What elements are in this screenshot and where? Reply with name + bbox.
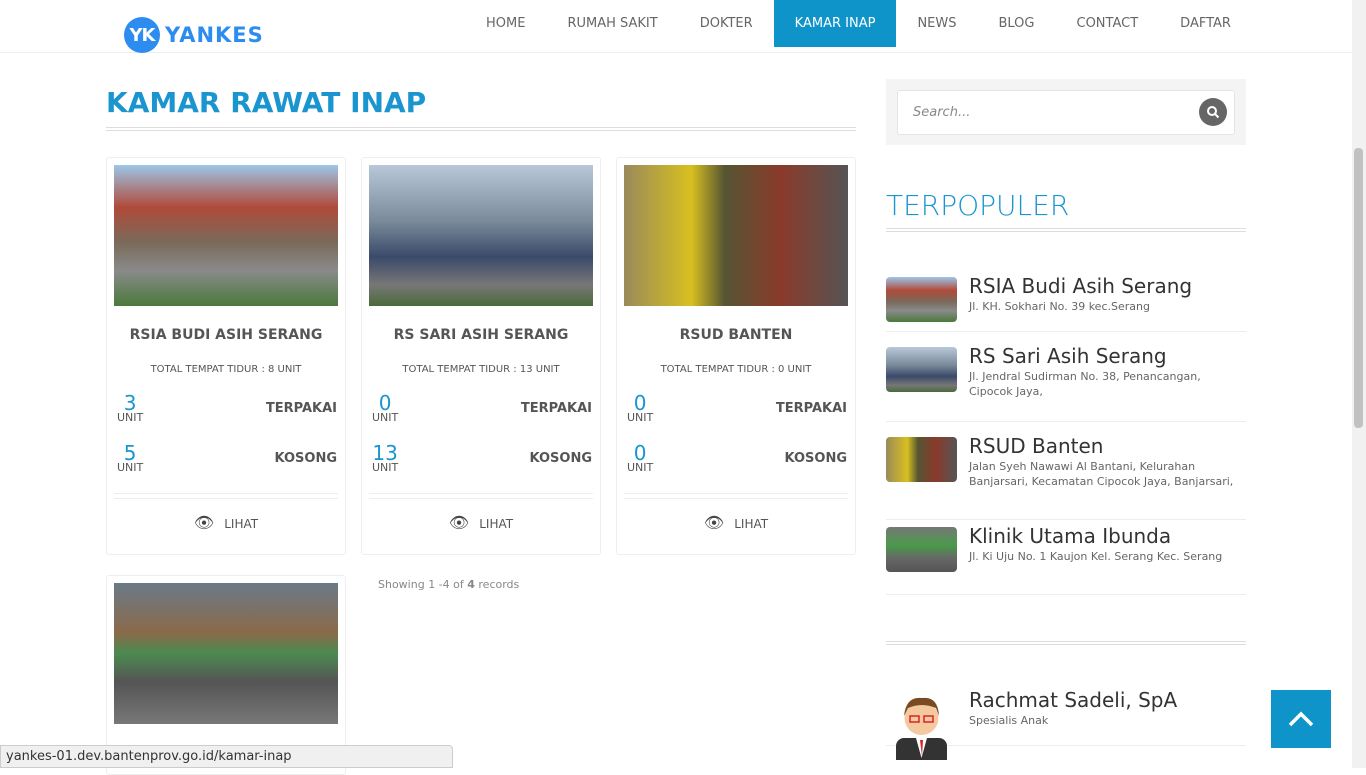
used-count: 3 bbox=[123, 390, 137, 415]
view-button[interactable]: 👁 LIHAT bbox=[362, 499, 600, 550]
used-row: 3 UNIT TERPAKAI bbox=[107, 383, 345, 433]
eye-icon: 👁 bbox=[193, 513, 215, 532]
doctor-avatar bbox=[896, 697, 947, 760]
unit-label: UNIT bbox=[372, 460, 399, 474]
logo-mark: YK bbox=[124, 17, 160, 53]
unit-label: UNIT bbox=[627, 410, 654, 424]
empty-row: 13 UNIT KOSONG bbox=[362, 433, 600, 483]
view-label: LIHAT bbox=[734, 517, 769, 531]
records-count: 4 bbox=[467, 578, 475, 591]
hospital-card: RSUD BANTEN TOTAL TEMPAT TIDUR : 0 UNIT … bbox=[616, 157, 856, 555]
popular-name[interactable]: RS Sari Asih Serang bbox=[969, 344, 1167, 368]
used-label: TERPAKAI bbox=[520, 400, 592, 416]
popular-thumbnail[interactable] bbox=[886, 437, 957, 482]
nav-dokter[interactable]: DOKTER bbox=[679, 0, 774, 47]
view-label: LIHAT bbox=[479, 517, 514, 531]
popular-address: Jalan Syeh Nawawi Al Bantani, Kelurahan … bbox=[969, 460, 1234, 488]
hospital-name: RS SARI ASIH SERANG bbox=[393, 327, 569, 343]
used-row: 0 UNIT TERPAKAI bbox=[617, 383, 855, 433]
hospital-image[interactable] bbox=[369, 165, 593, 306]
unit-label: UNIT bbox=[117, 410, 144, 424]
hospital-card: RS SARI ASIH SERANG TOTAL TEMPAT TIDUR :… bbox=[361, 157, 601, 555]
doctor-specialty: Spesialis Anak bbox=[969, 714, 1049, 727]
unit-label: UNIT bbox=[117, 460, 144, 474]
popular-thumbnail[interactable] bbox=[886, 347, 957, 392]
popular-address: Jl. KH. Sokhari No. 39 kec.Serang bbox=[969, 300, 1150, 313]
main-menu: HOME RUMAH SAKIT DOKTER KAMAR INAP NEWS … bbox=[465, 0, 1252, 47]
hospital-image[interactable] bbox=[114, 165, 338, 306]
search-input[interactable]: Search... bbox=[897, 90, 1235, 135]
logo-text: YANKES bbox=[165, 23, 264, 47]
divider bbox=[106, 127, 856, 131]
empty-count: 5 bbox=[123, 440, 137, 465]
empty-count: 13 bbox=[372, 440, 398, 465]
status-bar-url: yankes-01.dev.bantenprov.go.id/kamar-ina… bbox=[0, 745, 453, 768]
used-count: 0 bbox=[633, 390, 647, 415]
top-navbar: YK YANKES HOME RUMAH SAKIT DOKTER KAMAR … bbox=[0, 0, 1352, 53]
popular-title: TERPOPULER bbox=[886, 189, 1070, 222]
page-title: KAMAR RAWAT INAP bbox=[106, 86, 427, 119]
nav-blog[interactable]: BLOG bbox=[977, 0, 1055, 47]
empty-label: KOSONG bbox=[274, 450, 337, 466]
search-box: Search... bbox=[886, 79, 1246, 145]
used-row: 0 UNIT TERPAKAI bbox=[362, 383, 600, 433]
popular-thumbnail[interactable] bbox=[886, 527, 957, 572]
back-to-top-button[interactable] bbox=[1271, 690, 1331, 748]
popular-item[interactable]: RSUD Banten Jalan Syeh Nawawi Al Bantani… bbox=[886, 430, 1246, 520]
empty-row: 0 UNIT KOSONG bbox=[617, 433, 855, 483]
records-prefix: Showing 1 -4 of bbox=[378, 578, 468, 591]
popular-address: Jl. Ki Uju No. 1 Kaujon Kel. Serang Kec.… bbox=[969, 550, 1223, 563]
empty-row: 5 UNIT KOSONG bbox=[107, 433, 345, 483]
nav-contact[interactable]: CONTACT bbox=[1056, 0, 1160, 47]
hospital-image[interactable] bbox=[114, 583, 338, 724]
scrollbar-thumb[interactable] bbox=[1354, 148, 1363, 428]
popular-name[interactable]: Klinik Utama Ibunda bbox=[969, 524, 1171, 548]
doctor-name: Rachmat Sadeli, SpA bbox=[969, 688, 1178, 712]
popular-item[interactable]: RS Sari Asih Serang Jl. Jendral Sudirman… bbox=[886, 340, 1246, 422]
hospital-card: RSIA BUDI ASIH SERANG TOTAL TEMPAT TIDUR… bbox=[106, 157, 346, 555]
view-button[interactable]: 👁 LIHAT bbox=[107, 499, 345, 550]
total-beds: TOTAL TEMPAT TIDUR : 13 UNIT bbox=[402, 364, 560, 375]
divider bbox=[886, 641, 1246, 645]
view-button[interactable]: 👁 LIHAT bbox=[617, 499, 855, 550]
search-icon bbox=[1207, 106, 1220, 119]
popular-name[interactable]: RSIA Budi Asih Serang bbox=[969, 274, 1192, 298]
popular-item[interactable]: RSIA Budi Asih Serang Jl. KH. Sokhari No… bbox=[886, 270, 1246, 332]
logo[interactable]: YK YANKES bbox=[124, 17, 264, 53]
nav-daftar[interactable]: DAFTAR bbox=[1159, 0, 1252, 47]
nav-news[interactable]: NEWS bbox=[896, 0, 977, 47]
used-label: TERPAKAI bbox=[775, 400, 847, 416]
popular-thumbnail[interactable] bbox=[886, 277, 957, 322]
hospital-name: RSUD BANTEN bbox=[679, 327, 793, 343]
popular-address: Jl. Jendral Sudirman No. 38, Penancangan… bbox=[969, 370, 1201, 398]
scrollbar[interactable] bbox=[1352, 0, 1366, 768]
view-label: LIHAT bbox=[224, 517, 259, 531]
popular-name[interactable]: RSUD Banten bbox=[969, 434, 1103, 458]
unit-label: UNIT bbox=[627, 460, 654, 474]
doctor-item[interactable]: Rachmat Sadeli, SpA Spesialis Anak bbox=[886, 680, 1246, 760]
hospital-image[interactable] bbox=[624, 165, 848, 306]
nav-rumah-sakit[interactable]: RUMAH SAKIT bbox=[546, 0, 678, 47]
nav-home[interactable]: HOME bbox=[465, 0, 546, 47]
total-beds: TOTAL TEMPAT TIDUR : 0 UNIT bbox=[660, 364, 812, 375]
hospital-name: RSIA BUDI ASIH SERANG bbox=[129, 327, 323, 343]
empty-label: KOSONG bbox=[529, 450, 592, 466]
search-button[interactable] bbox=[1199, 98, 1227, 126]
empty-label: KOSONG bbox=[784, 450, 847, 466]
unit-label: UNIT bbox=[372, 410, 399, 424]
eye-icon: 👁 bbox=[448, 513, 470, 532]
empty-count: 0 bbox=[633, 440, 647, 465]
records-info: Showing 1 -4 of 4 records bbox=[378, 578, 519, 591]
records-suffix: records bbox=[474, 578, 520, 591]
popular-item[interactable]: Klinik Utama Ibunda Jl. Ki Uju No. 1 Kau… bbox=[886, 520, 1246, 595]
chevron-up-icon bbox=[1288, 711, 1314, 727]
used-label: TERPAKAI bbox=[265, 400, 337, 416]
used-count: 0 bbox=[378, 390, 392, 415]
divider bbox=[886, 228, 1246, 232]
eye-icon: 👁 bbox=[703, 513, 725, 532]
nav-kamar-inap[interactable]: KAMAR INAP bbox=[773, 0, 897, 47]
total-beds: TOTAL TEMPAT TIDUR : 8 UNIT bbox=[150, 364, 302, 375]
